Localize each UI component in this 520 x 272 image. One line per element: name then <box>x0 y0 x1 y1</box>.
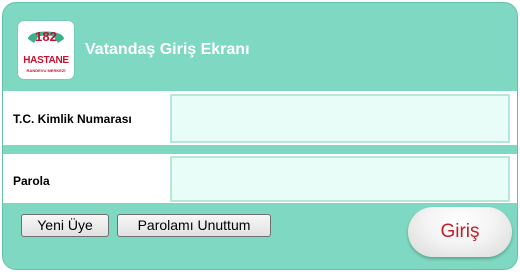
login-panel: 182 HASTANE RANDEVU MERKEZİ Vatandaş Gir… <box>2 2 518 270</box>
row-divider <box>3 145 517 154</box>
logo-number: 182 <box>35 29 57 44</box>
tc-input[interactable] <box>170 94 510 143</box>
password-row: Parola <box>3 154 517 203</box>
hospital-logo: 182 HASTANE RANDEVU MERKEZİ <box>18 21 74 79</box>
tc-row: T.C. Kimlik Numarası <box>3 91 517 145</box>
panel-header: 182 HASTANE RANDEVU MERKEZİ Vatandaş Gir… <box>3 3 517 89</box>
page-title: Vatandaş Giriş Ekranı <box>85 41 250 58</box>
login-button[interactable]: Giriş <box>408 207 512 257</box>
logo-name: HASTANE <box>23 55 69 66</box>
register-button[interactable]: Yeni Üye <box>21 214 109 237</box>
forgot-password-button[interactable]: Parolamı Unuttum <box>117 214 271 237</box>
password-input[interactable] <box>170 156 510 202</box>
tc-label: T.C. Kimlik Numarası <box>13 112 132 126</box>
password-label: Parola <box>13 174 50 188</box>
logo-tagline: RANDEVU MERKEZİ <box>26 68 66 73</box>
